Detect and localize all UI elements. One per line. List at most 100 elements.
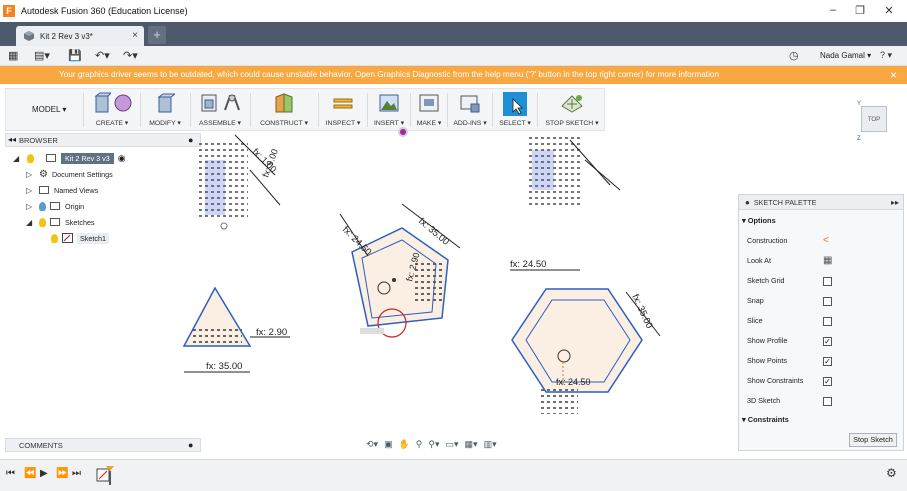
comments-pin-icon[interactable]: ● [188,440,193,450]
activate-radio-icon[interactable]: ◉ [118,153,126,164]
inspect-menu[interactable]: INSPECT ▾ [320,119,366,127]
show-profile-checkbox[interactable]: ✓ [823,337,832,346]
expand-palette-icon[interactable]: ▸▸ [891,198,899,207]
palette-row-slice[interactable]: Slice [747,316,897,330]
browser-item-document-settings[interactable]: ▷ ⚙ Document Settings [26,167,113,181]
play-icon[interactable]: ▶ [40,468,48,479]
go-to-end-icon[interactable]: ⏭ [72,468,81,479]
browser-item-origin[interactable]: ▷ Origin [26,199,84,213]
palette-row-sketch-grid[interactable]: Sketch Grid [747,276,897,290]
expand-arrow-icon[interactable]: ▷ [26,170,34,179]
file-menu-icon[interactable]: ▤▾ [34,49,50,62]
constraints-section-header[interactable]: ▾ Constraints [742,415,789,424]
palette-row-show-profile[interactable]: Show Profile ✓ [747,336,897,350]
new-tab-button[interactable]: + [148,26,166,44]
sketch-part-pentagon[interactable]: fx: 24.50 fx: 35.00 fx: 2.90 [339,203,461,338]
collapse-browser-icon[interactable]: ◂◂ [8,135,16,144]
addins-group[interactable]: ADD-INS ▾ [449,89,491,130]
go-to-start-icon[interactable]: ⏮ [6,468,15,479]
browser-panel-header[interactable]: ◂◂ BROWSER ● [5,133,201,147]
addins-menu[interactable]: ADD-INS ▾ [449,119,491,127]
sketch-canvas[interactable]: fx: 1.00 fx: 9.00 fx: 24.50 fx: 35.00 fx… [180,130,740,436]
show-points-checkbox[interactable]: ✓ [823,357,832,366]
maximize-icon[interactable]: ❐ [853,4,867,17]
orbit-icon[interactable]: ⟲▾ [366,439,378,450]
construct-group[interactable]: CONSTRUCT ▾ [252,89,316,130]
browser-item-root[interactable]: ◢ Kit 2 Rev 3 v3 ◉ [13,151,126,165]
timeline-sketch-feature-icon[interactable] [96,464,116,486]
construct-menu[interactable]: CONSTRUCT ▾ [252,119,316,127]
insert-group[interactable]: INSERT ▾ [369,89,409,130]
stop-sketch-group[interactable]: STOP SKETCH ▾ [539,89,605,130]
palette-row-3d-sketch[interactable]: 3D Sketch [747,396,897,410]
zoom-icon[interactable]: ⚲ [416,439,423,450]
browser-item-sketches[interactable]: ◢ Sketches [26,215,95,229]
palette-row-show-points[interactable]: Show Points ✓ [747,356,897,370]
dimension-label[interactable]: fx: 35.00 [206,361,242,372]
show-constraints-checkbox[interactable]: ✓ [823,377,832,386]
dimension-label[interactable]: fx: 24.50 [556,377,591,387]
look-at-nav-icon[interactable]: ▣ [384,439,393,450]
make-menu[interactable]: MAKE ▾ [412,119,446,127]
create-group[interactable]: CREATE ▾ [86,89,138,130]
sketch-part-top-left[interactable]: fx: 1.00 fx: 9.00 [198,134,281,230]
workspace-switcher[interactable]: MODEL ▾ [32,105,66,114]
expand-arrow-icon[interactable]: ▷ [26,202,34,211]
dimension-label[interactable]: fx: 24.50 [510,259,546,270]
modify-menu[interactable]: MODIFY ▾ [142,119,188,127]
data-panel-grid-icon[interactable]: ▦ [8,49,18,62]
step-forward-icon[interactable]: ⏩ [56,468,68,479]
sketch-grid-checkbox[interactable] [823,277,832,286]
timeline-settings-gear-icon[interactable]: ⚙ [886,466,897,480]
user-account-menu[interactable]: Nada Gamal ▾ [820,51,871,60]
sketch-part-hexagon[interactable]: fx: 24.50 fx: 35.00 fx: 24.50 [510,259,661,414]
browser-item-sketch1[interactable]: Sketch1 [51,231,109,245]
select-menu[interactable]: SELECT ▾ [494,119,536,127]
palette-row-show-constraints[interactable]: Show Constraints ✓ [747,376,897,390]
display-settings-icon[interactable]: ▭▾ [446,439,459,450]
modify-group[interactable]: MODIFY ▾ [142,89,188,130]
browser-item-named-views[interactable]: ▷ Named Views [26,183,98,197]
inspect-group[interactable]: INSPECT ▾ [320,89,366,130]
grid-settings-icon[interactable]: ▦▾ [465,439,478,450]
visibility-bulb-icon[interactable] [39,201,46,211]
undo-icon[interactable]: ↶▾ [95,49,110,62]
close-warning-icon[interactable]: × [890,68,897,82]
dimension-label[interactable]: fx: 35.00 [629,293,654,331]
slice-checkbox[interactable] [823,317,832,326]
stop-sketch-button[interactable]: Stop Sketch [849,433,897,447]
palette-pin-icon[interactable]: ● [745,198,750,207]
palette-row-look-at[interactable]: Look At ▦ [747,255,897,270]
3d-sketch-checkbox[interactable] [823,397,832,406]
select-group[interactable]: SELECT ▾ [494,89,536,130]
make-group[interactable]: MAKE ▾ [412,89,446,130]
assemble-menu[interactable]: ASSEMBLE ▾ [192,119,248,127]
job-status-clock-icon[interactable]: ◷ [789,49,799,62]
sketch-part-triangle[interactable]: fx: 2.90 fx: 35.00 [182,286,290,373]
construction-icon[interactable]: < [823,235,829,246]
create-menu[interactable]: CREATE ▾ [86,119,138,127]
document-tab[interactable]: Kit 2 Rev 3 v3* × [16,26,144,46]
expand-arrow-icon[interactable]: ◢ [26,218,34,227]
pan-hand-icon[interactable]: ✋ [399,439,410,450]
step-back-icon[interactable]: ⏪ [24,468,36,479]
close-tab-icon[interactable]: × [132,30,138,41]
stop-sketch-menu[interactable]: STOP SKETCH ▾ [539,119,605,127]
redo-icon[interactable]: ↷▾ [123,49,138,62]
save-icon[interactable]: 💾 [68,49,82,62]
palette-row-snap[interactable]: Snap [747,296,897,310]
options-section-header[interactable]: ▾ Options [742,216,776,225]
visibility-bulb-icon[interactable] [51,233,58,243]
expand-arrow-icon[interactable]: ▷ [26,186,34,195]
zoom-window-icon[interactable]: ⚲▾ [428,439,439,450]
look-at-icon[interactable]: ▦ [823,255,832,266]
assemble-group[interactable]: ASSEMBLE ▾ [192,89,248,130]
snap-checkbox[interactable] [823,297,832,306]
sketch-palette-header[interactable]: ● SKETCH PALETTE ▸▸ [739,195,903,210]
visibility-bulb-icon[interactable] [27,153,34,163]
palette-row-construction[interactable]: Construction < [747,235,897,250]
expand-arrow-icon[interactable]: ◢ [13,154,21,163]
visibility-bulb-icon[interactable] [39,217,46,227]
help-icon[interactable]: ? ▾ [880,50,892,61]
comments-panel-header[interactable]: COMMENTS ● [5,438,201,452]
